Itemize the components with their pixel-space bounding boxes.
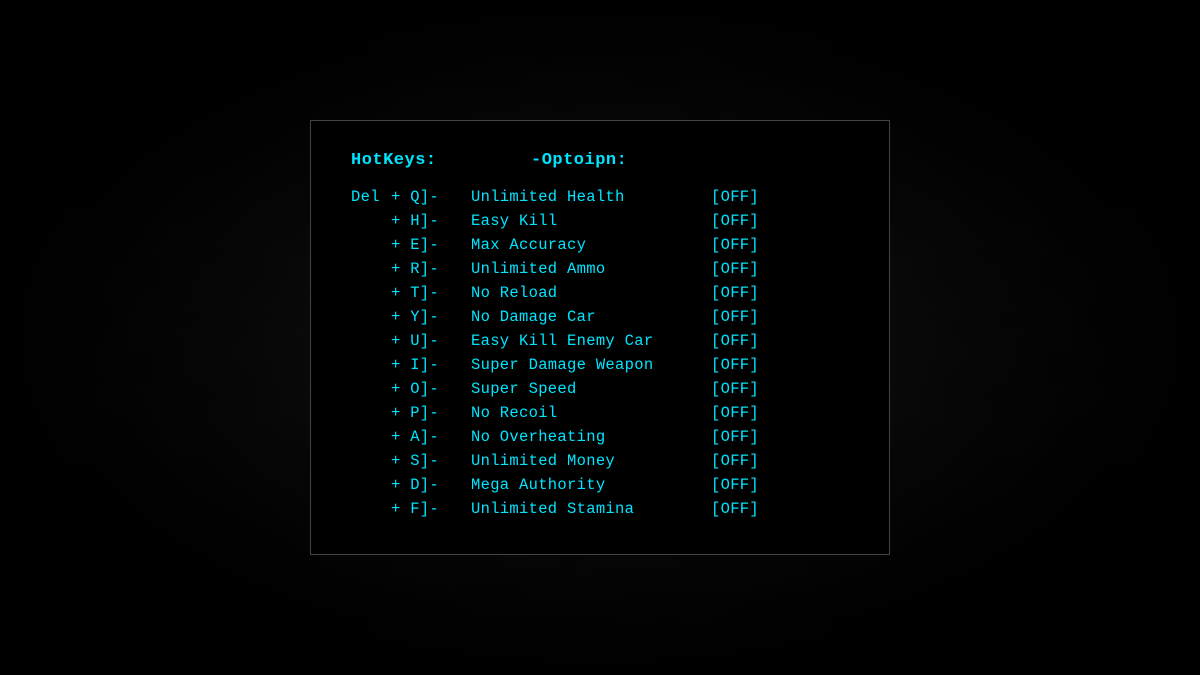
table-row: + E]-Max Accuracy[OFF] xyxy=(351,236,849,254)
cheat-status[interactable]: [OFF] xyxy=(711,260,759,278)
hotkey-key: + F]- xyxy=(391,500,471,518)
cheat-status[interactable]: [OFF] xyxy=(711,380,759,398)
hotkey-key: + U]- xyxy=(391,332,471,350)
hotkey-del: Del xyxy=(351,188,391,206)
cheat-name[interactable]: No Overheating xyxy=(471,428,711,446)
table-row: + D]-Mega Authority[OFF] xyxy=(351,476,849,494)
table-row: + P]-No Recoil[OFF] xyxy=(351,404,849,422)
cheat-name[interactable]: Max Accuracy xyxy=(471,236,711,254)
table-row: + H]-Easy Kill[OFF] xyxy=(351,212,849,230)
table-row: + U]-Easy Kill Enemy Car[OFF] xyxy=(351,332,849,350)
table-row: + F]-Unlimited Stamina[OFF] xyxy=(351,500,849,518)
cheat-rows: Del+ Q]-Unlimited Health[OFF]+ H]-Easy K… xyxy=(351,188,849,518)
background: HotKeys: -Optoipn: Del+ Q]-Unlimited Hea… xyxy=(0,0,1200,675)
hotkey-key: + Y]- xyxy=(391,308,471,326)
cheat-name[interactable]: Unlimited Stamina xyxy=(471,500,711,518)
cheat-status[interactable]: [OFF] xyxy=(711,404,759,422)
header-hotkeys: HotKeys: xyxy=(351,151,471,170)
cheat-name[interactable]: Unlimited Money xyxy=(471,452,711,470)
header-option: -Optoipn: xyxy=(531,151,731,170)
cheat-status[interactable]: [OFF] xyxy=(711,284,759,302)
cheat-name[interactable]: No Damage Car xyxy=(471,308,711,326)
cheat-status[interactable]: [OFF] xyxy=(711,356,759,374)
table-row: + O]-Super Speed[OFF] xyxy=(351,380,849,398)
hotkey-key: + D]- xyxy=(391,476,471,494)
cheat-status[interactable]: [OFF] xyxy=(711,452,759,470)
hotkey-key: + E]- xyxy=(391,236,471,254)
cheat-name[interactable]: Super Damage Weapon xyxy=(471,356,711,374)
cheat-name[interactable]: Unlimited Ammo xyxy=(471,260,711,278)
cheat-name[interactable]: No Reload xyxy=(471,284,711,302)
table-row: + T]-No Reload[OFF] xyxy=(351,284,849,302)
hotkey-key: + T]- xyxy=(391,284,471,302)
cheat-name[interactable]: Mega Authority xyxy=(471,476,711,494)
cheat-status[interactable]: [OFF] xyxy=(711,308,759,326)
table-row: + I]-Super Damage Weapon[OFF] xyxy=(351,356,849,374)
cheat-name[interactable]: Unlimited Health xyxy=(471,188,711,206)
hotkey-key: + H]- xyxy=(391,212,471,230)
hotkey-key: + O]- xyxy=(391,380,471,398)
cheat-name[interactable]: Super Speed xyxy=(471,380,711,398)
cheat-name[interactable]: Easy Kill xyxy=(471,212,711,230)
cheat-status[interactable]: [OFF] xyxy=(711,332,759,350)
cheat-status[interactable]: [OFF] xyxy=(711,476,759,494)
hotkey-key: + I]- xyxy=(391,356,471,374)
table-row: Del+ Q]-Unlimited Health[OFF] xyxy=(351,188,849,206)
cheat-status[interactable]: [OFF] xyxy=(711,500,759,518)
hotkey-key: + Q]- xyxy=(391,188,471,206)
cheat-name[interactable]: Easy Kill Enemy Car xyxy=(471,332,711,350)
table-header: HotKeys: -Optoipn: xyxy=(351,151,849,170)
cheat-status[interactable]: [OFF] xyxy=(711,428,759,446)
table-row: + A]-No Overheating[OFF] xyxy=(351,428,849,446)
hotkey-key: + P]- xyxy=(391,404,471,422)
hotkey-key: + S]- xyxy=(391,452,471,470)
cheat-status[interactable]: [OFF] xyxy=(711,188,759,206)
cheat-panel: HotKeys: -Optoipn: Del+ Q]-Unlimited Hea… xyxy=(310,120,890,555)
cheat-status[interactable]: [OFF] xyxy=(711,236,759,254)
table-row: + Y]-No Damage Car[OFF] xyxy=(351,308,849,326)
hotkey-key: + A]- xyxy=(391,428,471,446)
table-row: + R]-Unlimited Ammo[OFF] xyxy=(351,260,849,278)
cheat-name[interactable]: No Recoil xyxy=(471,404,711,422)
hotkey-key: + R]- xyxy=(391,260,471,278)
table-row: + S]-Unlimited Money[OFF] xyxy=(351,452,849,470)
cheat-status[interactable]: [OFF] xyxy=(711,212,759,230)
